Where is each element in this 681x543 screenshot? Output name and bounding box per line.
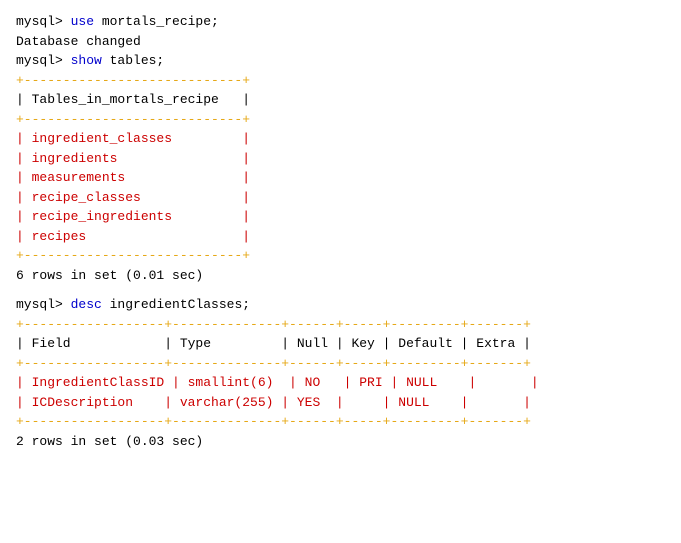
border-4: +------------------+--------------+-----… bbox=[16, 315, 665, 335]
border-1: +----------------------------+ bbox=[16, 71, 665, 91]
line-2: Database changed bbox=[16, 32, 665, 52]
table-row-6: | recipes | bbox=[16, 227, 665, 247]
table-row-3: | measurements | bbox=[16, 168, 665, 188]
result-1: 6 rows in set (0.01 sec) bbox=[16, 266, 665, 286]
line-desc: mysql> desc ingredientClasses; bbox=[16, 295, 665, 315]
desc-row-1: | IngredientClassID | smallint(6) | NO |… bbox=[16, 373, 665, 393]
cmd-1: use bbox=[71, 14, 94, 29]
border-3: +----------------------------+ bbox=[16, 246, 665, 266]
line-3: mysql> show tables; bbox=[16, 51, 665, 71]
table-row-1: | ingredient_classes | bbox=[16, 129, 665, 149]
header-row-1: | Tables_in_mortals_recipe | bbox=[16, 90, 665, 110]
line-1: mysql> use mortals_recipe; bbox=[16, 12, 665, 32]
table-row-2: | ingredients | bbox=[16, 149, 665, 169]
cmd-3: desc bbox=[71, 297, 102, 312]
prompt-3: mysql> bbox=[16, 297, 71, 312]
spacer-1 bbox=[16, 285, 665, 295]
header-row-2: | Field | Type | Null | Key | Default | … bbox=[16, 334, 665, 354]
border-6: +------------------+--------------+-----… bbox=[16, 412, 665, 432]
cmd-2: show bbox=[71, 53, 102, 68]
result-2: 2 rows in set (0.03 sec) bbox=[16, 432, 665, 452]
prompt-2: mysql> bbox=[16, 53, 71, 68]
prompt-1: mysql> bbox=[16, 14, 71, 29]
desc-row-2: | ICDescription | varchar(255) | YES | |… bbox=[16, 393, 665, 413]
border-5: +------------------+--------------+-----… bbox=[16, 354, 665, 374]
table-row-5: | recipe_ingredients | bbox=[16, 207, 665, 227]
table-row-4: | recipe_classes | bbox=[16, 188, 665, 208]
border-2: +----------------------------+ bbox=[16, 110, 665, 130]
terminal-output: mysql> use mortals_recipe; Database chan… bbox=[16, 12, 665, 451]
